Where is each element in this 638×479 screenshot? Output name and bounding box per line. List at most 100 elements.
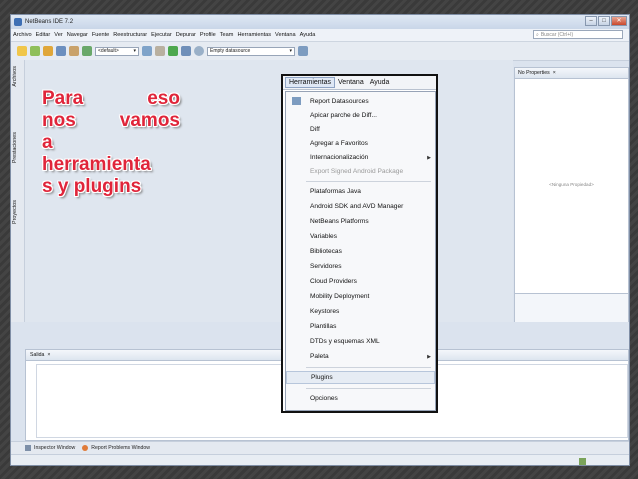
annotation-line: herramienta (42, 154, 151, 175)
menu-item-keystores[interactable]: Keystores (286, 305, 435, 318)
menu-reestructurar[interactable]: Reestructurar (113, 32, 147, 38)
tab-archivos[interactable]: Archivos (12, 66, 18, 87)
warning-icon (82, 445, 89, 451)
menu-item-opciones[interactable]: Opciones (286, 392, 435, 405)
menu-item-agregar-favoritos[interactable]: Agregar a Favoritos (286, 137, 435, 150)
menu-navegar[interactable]: Navegar (67, 32, 88, 38)
menu-item-label: DTDs y esquemas XML (310, 338, 380, 345)
chevron-down-icon: ▾ (133, 48, 136, 54)
new-project-icon[interactable] (17, 46, 27, 56)
menu-item-report-datasources[interactable]: Report Datasources (286, 95, 435, 108)
menu-item-label: Agregar a Favoritos (310, 140, 368, 147)
close-icon[interactable]: × (47, 352, 50, 358)
menu-item-label: Paleta (310, 353, 329, 360)
config-select[interactable]: <default> ▾ (95, 46, 139, 56)
menu-profile[interactable]: Profile (200, 32, 216, 38)
menu-item-label: Servidores (310, 263, 342, 270)
menu-item-label: Apicar parche de Diff... (310, 112, 377, 119)
clean-build-icon[interactable] (155, 46, 165, 56)
datasource-select-value: Empty datasource (210, 48, 251, 54)
menu-item-dtds-xml[interactable]: DTDs y esquemas XML (286, 335, 435, 348)
menu-ver[interactable]: Ver (54, 32, 62, 38)
search-input[interactable]: ⌕ Buscar (Ctrl+I) (533, 30, 623, 39)
menu-item-label: NetBeans Platforms (310, 218, 369, 225)
annotation-line: s y plugins (42, 176, 142, 197)
menu-separator (306, 367, 431, 368)
search-icon: ⌕ (536, 31, 539, 38)
menu-item-paleta[interactable]: Paleta ▶ (286, 350, 435, 363)
menu-ejecutar[interactable]: Ejecutar (151, 32, 172, 38)
submenu-arrow-icon: ▶ (427, 154, 431, 161)
menu-separator (306, 181, 431, 182)
open-project-icon[interactable] (43, 46, 53, 56)
menu-archivo[interactable]: Archivo (13, 32, 32, 38)
menu-ventana-header[interactable]: Ventana (335, 79, 367, 86)
menu-item-android-sdk[interactable]: Android SDK and AVD Manager (286, 200, 435, 213)
menu-bar: Archivo Editar Ver Navegar Fuente Reestr… (11, 29, 629, 42)
datasource-icon (292, 97, 301, 105)
new-file-icon[interactable] (30, 46, 40, 56)
tab-prestaciones[interactable]: Prestaciones (12, 132, 18, 163)
save-all-icon[interactable] (56, 46, 66, 56)
menu-item-label: Export Signed Android Package (310, 168, 404, 175)
undo-icon[interactable] (69, 46, 79, 56)
maximize-button[interactable]: □ (598, 16, 610, 26)
menu-depurar[interactable]: Depurar (176, 32, 196, 38)
menu-item-internacionalizacion[interactable]: Internacionalización ▶ (286, 151, 435, 164)
menu-item-label: Diff (310, 126, 320, 133)
menu-item-label: Plantillas (310, 323, 337, 330)
menu-item-netbeans-platforms[interactable]: NetBeans Platforms (286, 215, 435, 228)
datasource-select[interactable]: Empty datasource ▾ (207, 46, 295, 56)
minimize-button[interactable]: – (585, 16, 597, 26)
menu-ayuda-header[interactable]: Ayuda (367, 79, 393, 86)
side-tab-strip: Archivos Prestaciones Proyectos (11, 60, 25, 322)
menu-item-servidores[interactable]: Servidores (286, 260, 435, 273)
menu-herramientas[interactable]: Herramientas (237, 32, 271, 38)
menu-item-plantillas[interactable]: Plantillas (286, 320, 435, 333)
menu-item-bibliotecas[interactable]: Bibliotecas (286, 245, 435, 258)
debug-icon[interactable] (181, 46, 191, 56)
menu-item-label: Opciones (310, 395, 338, 402)
close-button[interactable]: ✕ (611, 16, 627, 26)
menu-herramientas-active[interactable]: Herramientas (285, 77, 336, 88)
tab-proyectos[interactable]: Proyectos (12, 200, 18, 224)
report-icon[interactable] (298, 46, 308, 56)
menu-item-cloud-providers[interactable]: Cloud Providers (286, 275, 435, 288)
menu-team[interactable]: Team (220, 32, 234, 38)
menu-item-label: Mobility Deployment (310, 293, 370, 300)
redo-icon[interactable] (82, 46, 92, 56)
submenu-arrow-icon: ▶ (427, 353, 431, 360)
run-icon[interactable] (168, 46, 178, 56)
menu-item-diff[interactable]: Diff (286, 123, 435, 136)
menu-item-label: Plataformas Java (310, 188, 361, 195)
menu-item-mobility-deployment[interactable]: Mobility Deployment (286, 290, 435, 303)
build-icon[interactable] (142, 46, 152, 56)
tab-inspector-window[interactable]: Inspector Window (34, 445, 75, 451)
menu-item-plugins[interactable]: Plugins (286, 371, 435, 384)
netbeans-icon (14, 18, 22, 26)
menu-item-export-signed-android: Export Signed Android Package (286, 165, 435, 178)
menu-fuente[interactable]: Fuente (92, 32, 109, 38)
menu-item-variables[interactable]: Variables (286, 230, 435, 243)
menu-item-label: Internacionalización (310, 154, 369, 161)
menu-item-apicar-parche[interactable]: Apicar parche de Diff... (286, 109, 435, 122)
menu-editar[interactable]: Editar (36, 32, 51, 38)
menu-ayuda[interactable]: Ayuda (300, 32, 316, 38)
menu-item-label: Plugins (311, 374, 333, 381)
notification-icon[interactable] (579, 458, 586, 465)
herramientas-menu-frame: Herramientas Ventana Ayuda Report Dataso… (281, 74, 438, 413)
profile-icon[interactable] (194, 46, 204, 56)
bottom-tab-bar: Inspector Window Report Problems Window (11, 441, 629, 454)
output-title: Salida (30, 352, 45, 358)
menu-item-label: Bibliotecas (310, 248, 342, 255)
properties-description-area (515, 293, 628, 322)
window-title: NetBeans IDE 7.2 (25, 19, 74, 25)
tab-report-problems[interactable]: Report Problems Window (91, 445, 150, 451)
close-icon[interactable]: × (553, 70, 556, 76)
menu-item-plataformas-java[interactable]: Plataformas Java (286, 185, 435, 198)
menu-item-label: Keystores (310, 308, 340, 315)
properties-header: No Properties × (515, 68, 628, 79)
menu-ventana[interactable]: Ventana (275, 32, 296, 38)
main-toolbar: <default> ▾ Empty datasource ▾ (11, 42, 629, 61)
annotation-line: nos vamos (42, 110, 180, 131)
